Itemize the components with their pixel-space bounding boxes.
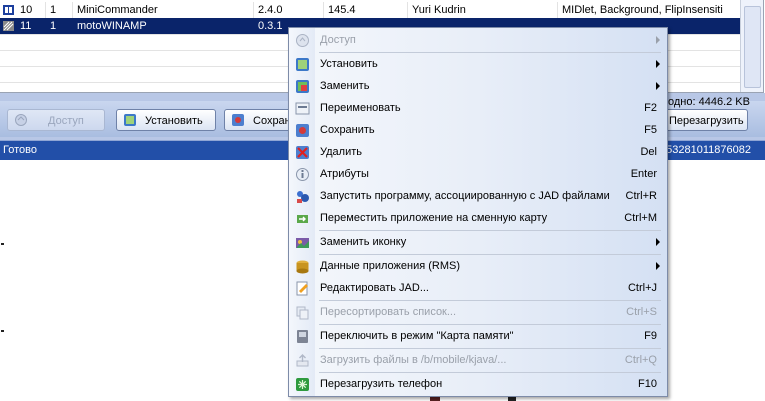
save-button[interactable]: Сохран <box>224 109 294 131</box>
status-text: Готово <box>3 144 37 156</box>
menu-item-label: Атрибуты <box>320 168 369 180</box>
install-icon <box>123 113 137 127</box>
menu-item-label: Переместить приложение на сменную карту <box>320 212 548 224</box>
menu-item-rms-data[interactable]: Данные приложения (RMS) <box>289 255 667 277</box>
access-button-label: Доступ <box>48 115 84 127</box>
cell-flag: 1 <box>46 2 73 18</box>
menu-item-label: Перезагрузить телефон <box>320 378 443 390</box>
replace-icon <box>295 79 310 94</box>
menu-item-label: Данные приложения (RMS) <box>320 260 461 272</box>
menu-item-label: Переименовать <box>320 102 401 114</box>
menu-item-label: Редактировать JAD... <box>320 282 429 294</box>
free-memory-info: одно: 4446.2 KB <box>668 96 750 108</box>
menu-item-shortcut: Ctrl+Q <box>624 354 657 366</box>
upload-icon <box>295 353 310 368</box>
menu-item-shortcut: Ctrl+M <box>624 212 657 224</box>
cell-version: 2.4.0 <box>254 2 324 18</box>
cell-number: 11 <box>16 18 46 34</box>
menu-item-memory-card-mode[interactable]: Переключить в режим "Карта памяти" F9 <box>289 325 667 347</box>
cell-name: motoWINAMP <box>73 18 254 34</box>
menu-item-save[interactable]: Сохранить F5 <box>289 119 667 141</box>
menu-item-shortcut: F5 <box>644 124 657 136</box>
context-menu: Доступ Установить Заменить Переименовать… <box>288 27 668 397</box>
menu-item-edit-jad[interactable]: Редактировать JAD... Ctrl+J <box>289 277 667 299</box>
menu-item-shortcut: F9 <box>644 330 657 342</box>
reboot-phone-icon <box>295 377 310 392</box>
memory-card-icon <box>295 329 310 344</box>
submenu-arrow-icon <box>656 60 660 68</box>
menu-item-rename[interactable]: Переименовать F2 <box>289 97 667 119</box>
menu-item-shortcut: Ctrl+S <box>626 306 657 318</box>
rms-data-icon <box>295 259 310 274</box>
install-button-label: Установить <box>145 115 203 127</box>
submenu-arrow-icon <box>656 262 660 270</box>
menu-item-label: Переключить в режим "Карта памяти" <box>320 330 514 342</box>
access-button[interactable]: Доступ <box>7 109 105 131</box>
menu-item-shortcut: Enter <box>630 168 657 180</box>
attributes-icon <box>295 167 310 182</box>
submenu-arrow-icon <box>656 36 660 44</box>
delete-icon <box>295 145 310 160</box>
background-artifact <box>1 243 4 245</box>
menu-item-delete[interactable]: Удалить Del <box>289 141 667 163</box>
menu-item-label: Загрузить файлы в /b/mobile/kjava/... <box>320 354 507 366</box>
cell-properties: MIDlet, Background, FlipInsensiti <box>562 4 723 16</box>
menu-item-label: Пересортировать список... <box>320 306 457 318</box>
menu-item-move-to-card[interactable]: Переместить приложение на сменную карту … <box>289 207 667 229</box>
menu-item-shortcut: Ctrl+J <box>627 282 657 294</box>
menu-item-label: Доступ <box>320 34 356 46</box>
install-icon <box>295 57 310 72</box>
menu-item-label: Удалить <box>320 146 362 158</box>
menu-item-replace[interactable]: Заменить <box>289 75 667 97</box>
scrollbar-track[interactable] <box>744 6 761 88</box>
menu-item-shortcut: F2 <box>644 102 657 114</box>
menu-item-shortcut: Del <box>640 146 657 158</box>
midlet-icon <box>2 20 15 32</box>
menu-item-label: Запустить программу, ассоциированную с J… <box>320 190 610 202</box>
cell-flag: 1 <box>46 18 73 34</box>
edit-jad-icon <box>295 281 310 296</box>
submenu-arrow-icon <box>656 82 660 90</box>
rename-icon <box>295 101 310 116</box>
midlet-icon <box>2 4 15 16</box>
background-artifact <box>1 330 4 332</box>
table-row[interactable]: 10 1 MiniCommander 2.4.0 145.4 Yuri Kudr… <box>0 2 740 19</box>
cell-name: MiniCommander <box>73 2 254 18</box>
cell-size: 145.4 <box>324 2 408 18</box>
menu-item-run-associated[interactable]: Запустить программу, ассоциированную с J… <box>289 185 667 207</box>
move-to-card-icon <box>295 211 310 226</box>
replace-icon-icon <box>295 235 310 250</box>
save-icon <box>231 113 245 127</box>
menu-item-shortcut: F10 <box>638 378 657 390</box>
menu-item-label: Заменить иконку <box>320 236 407 248</box>
menu-item-resort-list[interactable]: Пересортировать список... Ctrl+S <box>289 301 667 323</box>
vertical-scrollbar[interactable] <box>740 0 763 92</box>
menu-item-replace-icon[interactable]: Заменить иконку <box>289 231 667 253</box>
menu-item-shortcut: Ctrl+R <box>625 190 657 202</box>
menu-item-label: Установить <box>320 58 378 70</box>
reboot-button[interactable]: Перезагрузить <box>662 109 748 131</box>
cell-number: 10 <box>16 2 46 18</box>
run-icon <box>295 189 310 204</box>
save-button-label: Сохран <box>253 115 291 127</box>
access-icon <box>14 113 28 127</box>
menu-item-reboot-phone[interactable]: Перезагрузить телефон F10 <box>289 373 667 395</box>
menu-item-install[interactable]: Установить <box>289 53 667 75</box>
resort-icon <box>295 305 310 320</box>
menu-item-access[interactable]: Доступ <box>289 29 667 51</box>
cell-version: 0.3.1 <box>254 18 290 34</box>
device-id: 53281011876082 <box>666 144 751 156</box>
menu-item-label: Сохранить <box>320 124 375 136</box>
cell-vendor: Yuri Kudrin <box>408 2 558 18</box>
menu-item-attributes[interactable]: Атрибуты Enter <box>289 163 667 185</box>
submenu-arrow-icon <box>656 238 660 246</box>
save-icon <box>295 123 310 138</box>
menu-item-label: Заменить <box>320 80 370 92</box>
install-button[interactable]: Установить <box>116 109 216 131</box>
menu-item-upload-files[interactable]: Загрузить файлы в /b/mobile/kjava/... Ct… <box>289 349 667 371</box>
access-icon <box>295 33 310 48</box>
reboot-button-label: Перезагрузить <box>669 115 744 127</box>
